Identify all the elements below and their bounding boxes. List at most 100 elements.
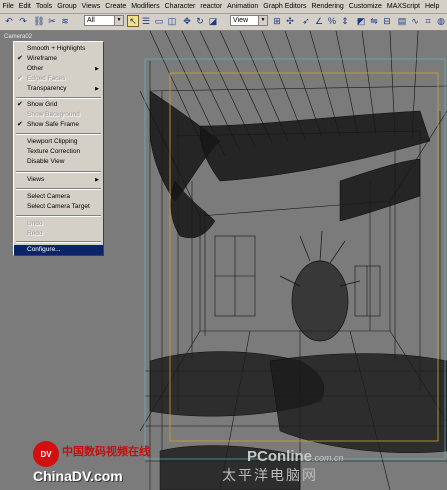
- menu-item-label: Show Grid: [27, 101, 58, 108]
- window-crossing-icon[interactable]: ◫: [166, 15, 178, 27]
- menu-item-viewport-clipping[interactable]: Viewport Clipping: [14, 137, 103, 147]
- menu-item-views[interactable]: Views ▶: [14, 175, 103, 185]
- angle-snap-icon[interactable]: ∠: [313, 15, 325, 27]
- menu-separator: [16, 133, 101, 135]
- menu-create[interactable]: Create: [103, 0, 129, 13]
- menu-item-label: Other: [27, 65, 44, 72]
- menu-views[interactable]: Views: [79, 0, 103, 13]
- menu-item-disable-view[interactable]: Disable View: [14, 157, 103, 167]
- menu-item-label: Texture Correction: [27, 148, 81, 155]
- check-icon: ✔: [17, 55, 23, 62]
- pconline-name: PConline: [247, 448, 313, 465]
- menu-item-texture-correction[interactable]: Texture Correction: [14, 147, 103, 157]
- menu-graph-editors[interactable]: Graph Editors: [261, 0, 309, 13]
- align-icon[interactable]: ⊟: [381, 15, 393, 27]
- menu-help[interactable]: Help: [422, 0, 441, 13]
- menu-item-label: Viewport Clipping: [27, 138, 78, 145]
- menu-item-wireframe[interactable]: ✔ Wireframe: [14, 54, 103, 64]
- menu-item-transparency[interactable]: Transparency ▶: [14, 84, 103, 94]
- check-icon: ✔: [17, 121, 23, 128]
- material-editor-icon[interactable]: ◍: [435, 15, 447, 27]
- pconline-suffix: .com.cn: [312, 453, 344, 463]
- menu-item-label: Select Camera: [27, 193, 70, 200]
- menu-item-configure[interactable]: Configure...: [14, 245, 103, 255]
- pivot-center-icon[interactable]: ⊞: [271, 15, 283, 27]
- menu-item-smooth-highlights[interactable]: Smooth + Highlights: [14, 44, 103, 54]
- menu-item-redo[interactable]: Redo: [14, 229, 103, 239]
- reference-coordinate-dropdown[interactable]: View ▼: [230, 15, 268, 26]
- check-icon: ✔: [17, 101, 23, 108]
- undo-icon[interactable]: ↶: [3, 15, 15, 27]
- snaps-toggle-icon[interactable]: ➶: [300, 15, 312, 27]
- menu-reactor[interactable]: reactor: [198, 0, 225, 13]
- selection-filter-dropdown[interactable]: All ▼: [84, 15, 124, 26]
- menu-file[interactable]: File: [0, 0, 16, 13]
- unlink-icon[interactable]: ✂: [46, 15, 58, 27]
- menu-maxscript[interactable]: MAXScript: [384, 0, 422, 13]
- viewport-label[interactable]: Camera02: [4, 34, 32, 40]
- menu-item-label: Redo: [27, 230, 43, 237]
- percent-snap-icon[interactable]: %: [326, 15, 338, 27]
- menu-item-label: Show Background: [27, 111, 80, 118]
- menu-item-label: Edged Faces: [27, 75, 66, 82]
- spinner-snap-icon[interactable]: ⇕: [339, 15, 351, 27]
- submenu-arrow-icon: ▶: [95, 86, 99, 92]
- rectangle-selection-icon[interactable]: ▭: [153, 15, 165, 27]
- menu-item-label: Transparency: [27, 85, 67, 92]
- schematic-view-icon[interactable]: ⌗: [422, 15, 434, 27]
- chevron-down-icon: ▼: [114, 16, 123, 25]
- logo-text: DV: [40, 449, 52, 459]
- menu-item-label: Select Camera Target: [27, 203, 90, 210]
- menu-item-label: Configure...: [27, 246, 61, 253]
- select-move-icon[interactable]: ✥: [181, 15, 193, 27]
- select-link-icon[interactable]: ⛓: [33, 15, 45, 27]
- select-by-name-icon[interactable]: ☰: [140, 15, 152, 27]
- menu-tools[interactable]: Tools: [33, 0, 54, 13]
- menu-item-label: Views: [27, 176, 45, 183]
- menu-modifiers[interactable]: Modifiers: [129, 0, 162, 13]
- menu-item-undo[interactable]: Undo: [14, 219, 103, 229]
- menu-item-select-camera-target[interactable]: Select Camera Target: [14, 202, 103, 212]
- named-selection-icon[interactable]: ◩: [355, 15, 367, 27]
- chevron-down-icon: ▼: [258, 16, 267, 25]
- menu-item-label: Disable View: [27, 158, 65, 165]
- menu-separator: [16, 97, 101, 99]
- menu-item-label: Smooth + Highlights: [27, 45, 86, 52]
- menu-edit[interactable]: Edit: [16, 0, 33, 13]
- menu-customize[interactable]: Customize: [346, 0, 384, 13]
- select-rotate-icon[interactable]: ↻: [194, 15, 206, 27]
- menu-bar: File Edit Tools Group Views Create Modif…: [0, 0, 447, 14]
- menu-character[interactable]: Character: [162, 0, 198, 13]
- curve-editor-icon[interactable]: ∿: [409, 15, 421, 27]
- check-icon: ✔: [17, 75, 23, 82]
- menu-item-edged-faces[interactable]: ✔ Edged Faces: [14, 74, 103, 84]
- menu-separator: [16, 241, 101, 243]
- menu-item-label: Wireframe: [27, 55, 57, 62]
- menu-separator: [16, 171, 101, 173]
- bind-space-warp-icon[interactable]: ≋: [59, 15, 71, 27]
- mirror-icon[interactable]: ⇋: [368, 15, 380, 27]
- watermark-chinese-title: 中国数码视频在线: [62, 446, 150, 458]
- menu-item-show-background[interactable]: Show Background: [14, 110, 103, 120]
- chinadv-logo: DV: [33, 441, 59, 467]
- submenu-arrow-icon: ▶: [95, 177, 99, 183]
- select-object-icon[interactable]: ↖: [127, 15, 139, 27]
- menu-item-select-camera[interactable]: Select Camera: [14, 192, 103, 202]
- submenu-arrow-icon: ▶: [95, 66, 99, 72]
- layer-manager-icon[interactable]: ▤: [396, 15, 408, 27]
- menu-item-show-grid[interactable]: ✔ Show Grid: [14, 100, 103, 110]
- menu-item-label: Undo: [27, 220, 43, 227]
- redo-icon[interactable]: ↷: [17, 15, 29, 27]
- manipulate-icon[interactable]: ✣: [284, 15, 296, 27]
- watermark-pconline-sub: 太平洋电脑网: [222, 467, 318, 483]
- watermark-pconline: PConline.com.cn: [247, 448, 344, 465]
- menu-group[interactable]: Group: [55, 0, 79, 13]
- viewport-context-menu: Smooth + Highlights ✔ Wireframe Other ▶ …: [13, 41, 104, 256]
- menu-item-show-safe-frame[interactable]: ✔ Show Safe Frame: [14, 120, 103, 130]
- menu-item-other[interactable]: Other ▶: [14, 64, 103, 74]
- select-scale-icon[interactable]: ◪: [207, 15, 219, 27]
- menu-rendering[interactable]: Rendering: [309, 0, 346, 13]
- main-toolbar: ↶ ↷ ⛓ ✂ ≋ All ▼ ↖ ☰ ▭ ◫ ✥ ↻ ◪ View ▼ ⊞ ✣…: [0, 14, 447, 31]
- menu-animation[interactable]: Animation: [225, 0, 261, 13]
- menu-separator: [16, 188, 101, 190]
